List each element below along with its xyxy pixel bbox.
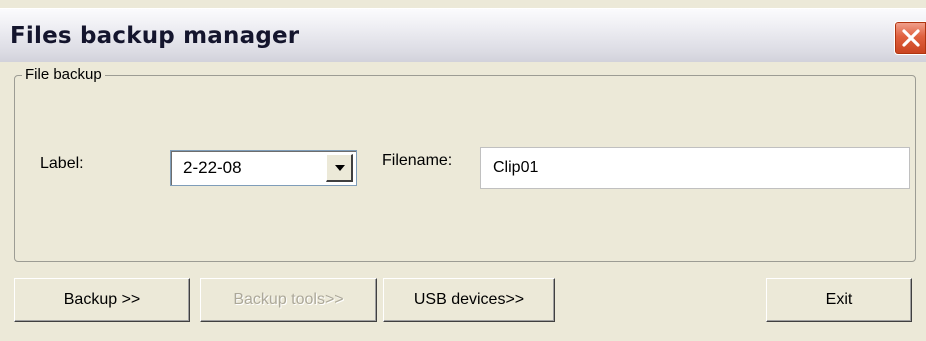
- label-caption: Label:: [40, 155, 84, 172]
- dropdown-button[interactable]: [326, 154, 353, 182]
- label-dropdown[interactable]: 2-22-08: [170, 150, 357, 186]
- backup-manager-window: Files backup manager File backup Label: …: [0, 0, 926, 341]
- filename-caption: Filename:: [382, 152, 453, 169]
- exit-button[interactable]: Exit: [766, 278, 912, 322]
- title-bar[interactable]: Files backup manager: [0, 8, 926, 62]
- window-title: Files backup manager: [10, 23, 300, 49]
- usb-devices-button[interactable]: USB devices>>: [383, 278, 555, 322]
- backup-button[interactable]: Backup >>: [14, 278, 190, 322]
- close-button[interactable]: [894, 21, 926, 55]
- filename-field[interactable]: [480, 147, 910, 189]
- group-legend: File backup: [22, 66, 105, 83]
- filename-input[interactable]: [481, 148, 909, 188]
- close-icon: [902, 29, 920, 47]
- backup-tools-button[interactable]: Backup tools>>: [200, 278, 377, 322]
- chevron-down-icon: [335, 165, 345, 171]
- label-dropdown-value: 2-22-08: [183, 158, 242, 177]
